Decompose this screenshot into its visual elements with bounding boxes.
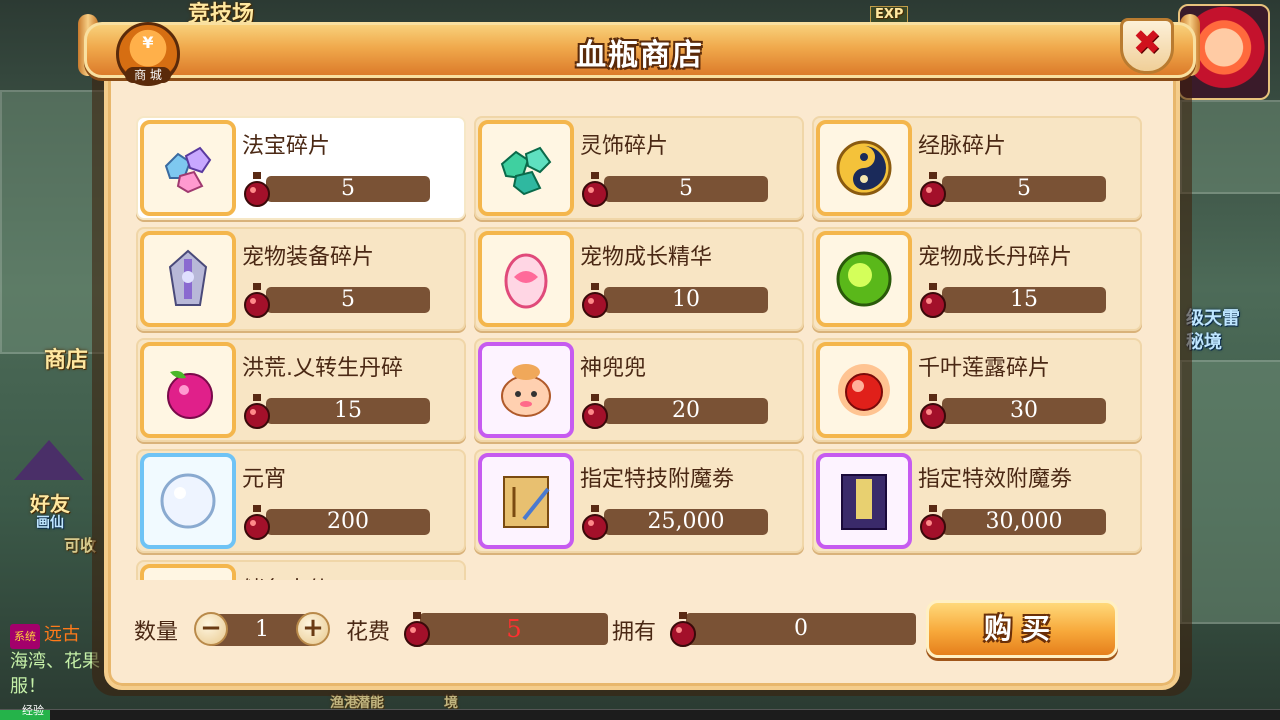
map-label-thunder[interactable]: 级天雷: [1186, 304, 1240, 330]
pink-egg-icon: [494, 247, 558, 311]
increase-button[interactable]: +: [296, 612, 330, 646]
item-cost: 30: [942, 398, 1106, 424]
item-icon-frame: [478, 231, 574, 327]
item-cost: 15: [266, 398, 430, 424]
item-name: 宠物装备碎片: [242, 245, 375, 270]
item-cost: 5: [604, 176, 768, 202]
shop-item-card[interactable]: 神兜兜 20: [474, 338, 804, 442]
item-cost: 10: [604, 287, 768, 313]
exp-badge: EXP: [870, 6, 909, 23]
item-icon-frame: [478, 120, 574, 216]
owned-label: 拥有: [612, 620, 657, 645]
shop-item-card[interactable]: 经脉碎片 5: [812, 116, 1142, 220]
item-cost: 15: [942, 287, 1106, 313]
item-icon-frame: [478, 453, 574, 549]
yin-yang-icon: [832, 136, 896, 200]
faint-label: 画仙: [36, 515, 64, 531]
purple-book-icon: [832, 469, 896, 533]
green-orb-icon: [832, 247, 896, 311]
chat-highlight: 远古: [44, 624, 80, 645]
quantity-value: 1: [255, 617, 269, 642]
item-icon-frame: [478, 342, 574, 438]
item-name: 神兜兜: [580, 356, 647, 381]
shop-item-card[interactable]: 指定特技附魔劵 25,000: [474, 449, 804, 553]
item-name: 千叶莲露碎片: [918, 356, 1051, 381]
shop-item-card[interactable]: 宠物成长精华 10: [474, 227, 804, 331]
total-cost-value: 5: [420, 613, 608, 645]
decrease-button[interactable]: −: [194, 612, 228, 646]
item-icon-frame: [816, 120, 912, 216]
item-name: 经脉碎片: [918, 134, 1007, 159]
item-icon-frame: [140, 231, 236, 327]
green-gem-fragments-icon: [494, 136, 558, 200]
shop-item-card[interactable]: 储备大仙: [136, 560, 466, 580]
shop-title: 血瓶商店: [576, 38, 704, 73]
mall-icon[interactable]: ¥ 商 城: [116, 22, 180, 86]
quantity-stepper[interactable]: − 1 +: [194, 612, 330, 646]
cost-label: 花费: [346, 620, 391, 645]
item-name: 元宵: [242, 467, 287, 492]
shop-item-card[interactable]: 宠物成长丹碎片 15: [812, 227, 1142, 331]
item-cost: 25,000: [604, 509, 768, 535]
item-cost: 20: [604, 398, 768, 424]
lucky-bag-icon: [494, 358, 558, 422]
gem-fragments-icon: [156, 136, 220, 200]
magenta-fruit-icon: [156, 358, 220, 422]
item-cost: 30,000: [942, 509, 1106, 535]
item-icon-frame: [816, 231, 912, 327]
item-name: 法宝碎片: [242, 134, 331, 159]
gold-scroll-icon: [494, 469, 558, 533]
item-cost: 200: [266, 509, 430, 535]
close-icon: ✖: [1132, 23, 1162, 63]
item-icon-frame: [816, 453, 912, 549]
shop-item-card[interactable]: 法宝碎片 5: [136, 116, 466, 220]
item-cost: 5: [266, 176, 430, 202]
shop-item-card[interactable]: 洪荒.乂转生丹碎 15: [136, 338, 466, 442]
shop-item-card[interactable]: 元宵 200: [136, 449, 466, 553]
item-icon-frame: [140, 564, 236, 580]
close-button[interactable]: ✖: [1120, 18, 1174, 74]
mall-label: 商 城: [125, 67, 171, 83]
exp-bar: [0, 709, 1280, 720]
shop-label[interactable]: 商店: [44, 342, 88, 374]
item-cost: 5: [942, 176, 1106, 202]
shop-item-card[interactable]: 指定特效附魔劵 30,000: [812, 449, 1142, 553]
system-tag: 系统: [10, 624, 40, 649]
item-name: 宠物成长丹碎片: [918, 245, 1073, 270]
item-icon-frame: [140, 120, 236, 216]
silver-emblem-icon: [156, 247, 220, 311]
item-name: 储备大仙: [242, 572, 330, 580]
building-tile: [1180, 360, 1280, 624]
yen-icon: ¥: [142, 33, 154, 52]
blood-bottle-icon: [404, 612, 430, 647]
item-name: 宠物成长精华: [580, 245, 713, 270]
item-grid[interactable]: 法宝碎片 5 灵饰碎片 5 经脉碎片 5 宠物装备碎片 5 宠物成长精华 10 宠物成长丹碎片 15 洪…: [134, 114, 1146, 580]
item-icon-frame: [140, 453, 236, 549]
snowball-icon: [156, 469, 220, 533]
exp-label: 经验: [22, 704, 44, 717]
item-cost: 5: [266, 287, 430, 313]
shop-item-card[interactable]: 千叶莲露碎片 30: [812, 338, 1142, 442]
item-name: 指定特效附魔劵: [918, 467, 1073, 492]
shop-item-card[interactable]: 宠物装备碎片 5: [136, 227, 466, 331]
quantity-label: 数量: [134, 620, 179, 645]
buy-button[interactable]: 购买: [926, 600, 1118, 658]
item-icon-frame: [816, 342, 912, 438]
blood-bottle-icon: [670, 612, 696, 647]
owned-value: 0: [686, 613, 916, 645]
red-orb-icon: [832, 358, 896, 422]
item-name: 洪荒.乂转生丹碎: [242, 356, 403, 381]
item-icon-frame: [140, 342, 236, 438]
item-name: 指定特技附魔劵: [580, 467, 735, 492]
shop-item-card[interactable]: 灵饰碎片 5: [474, 116, 804, 220]
building-tile: [1180, 100, 1280, 194]
item-name: 灵饰碎片: [580, 134, 669, 159]
